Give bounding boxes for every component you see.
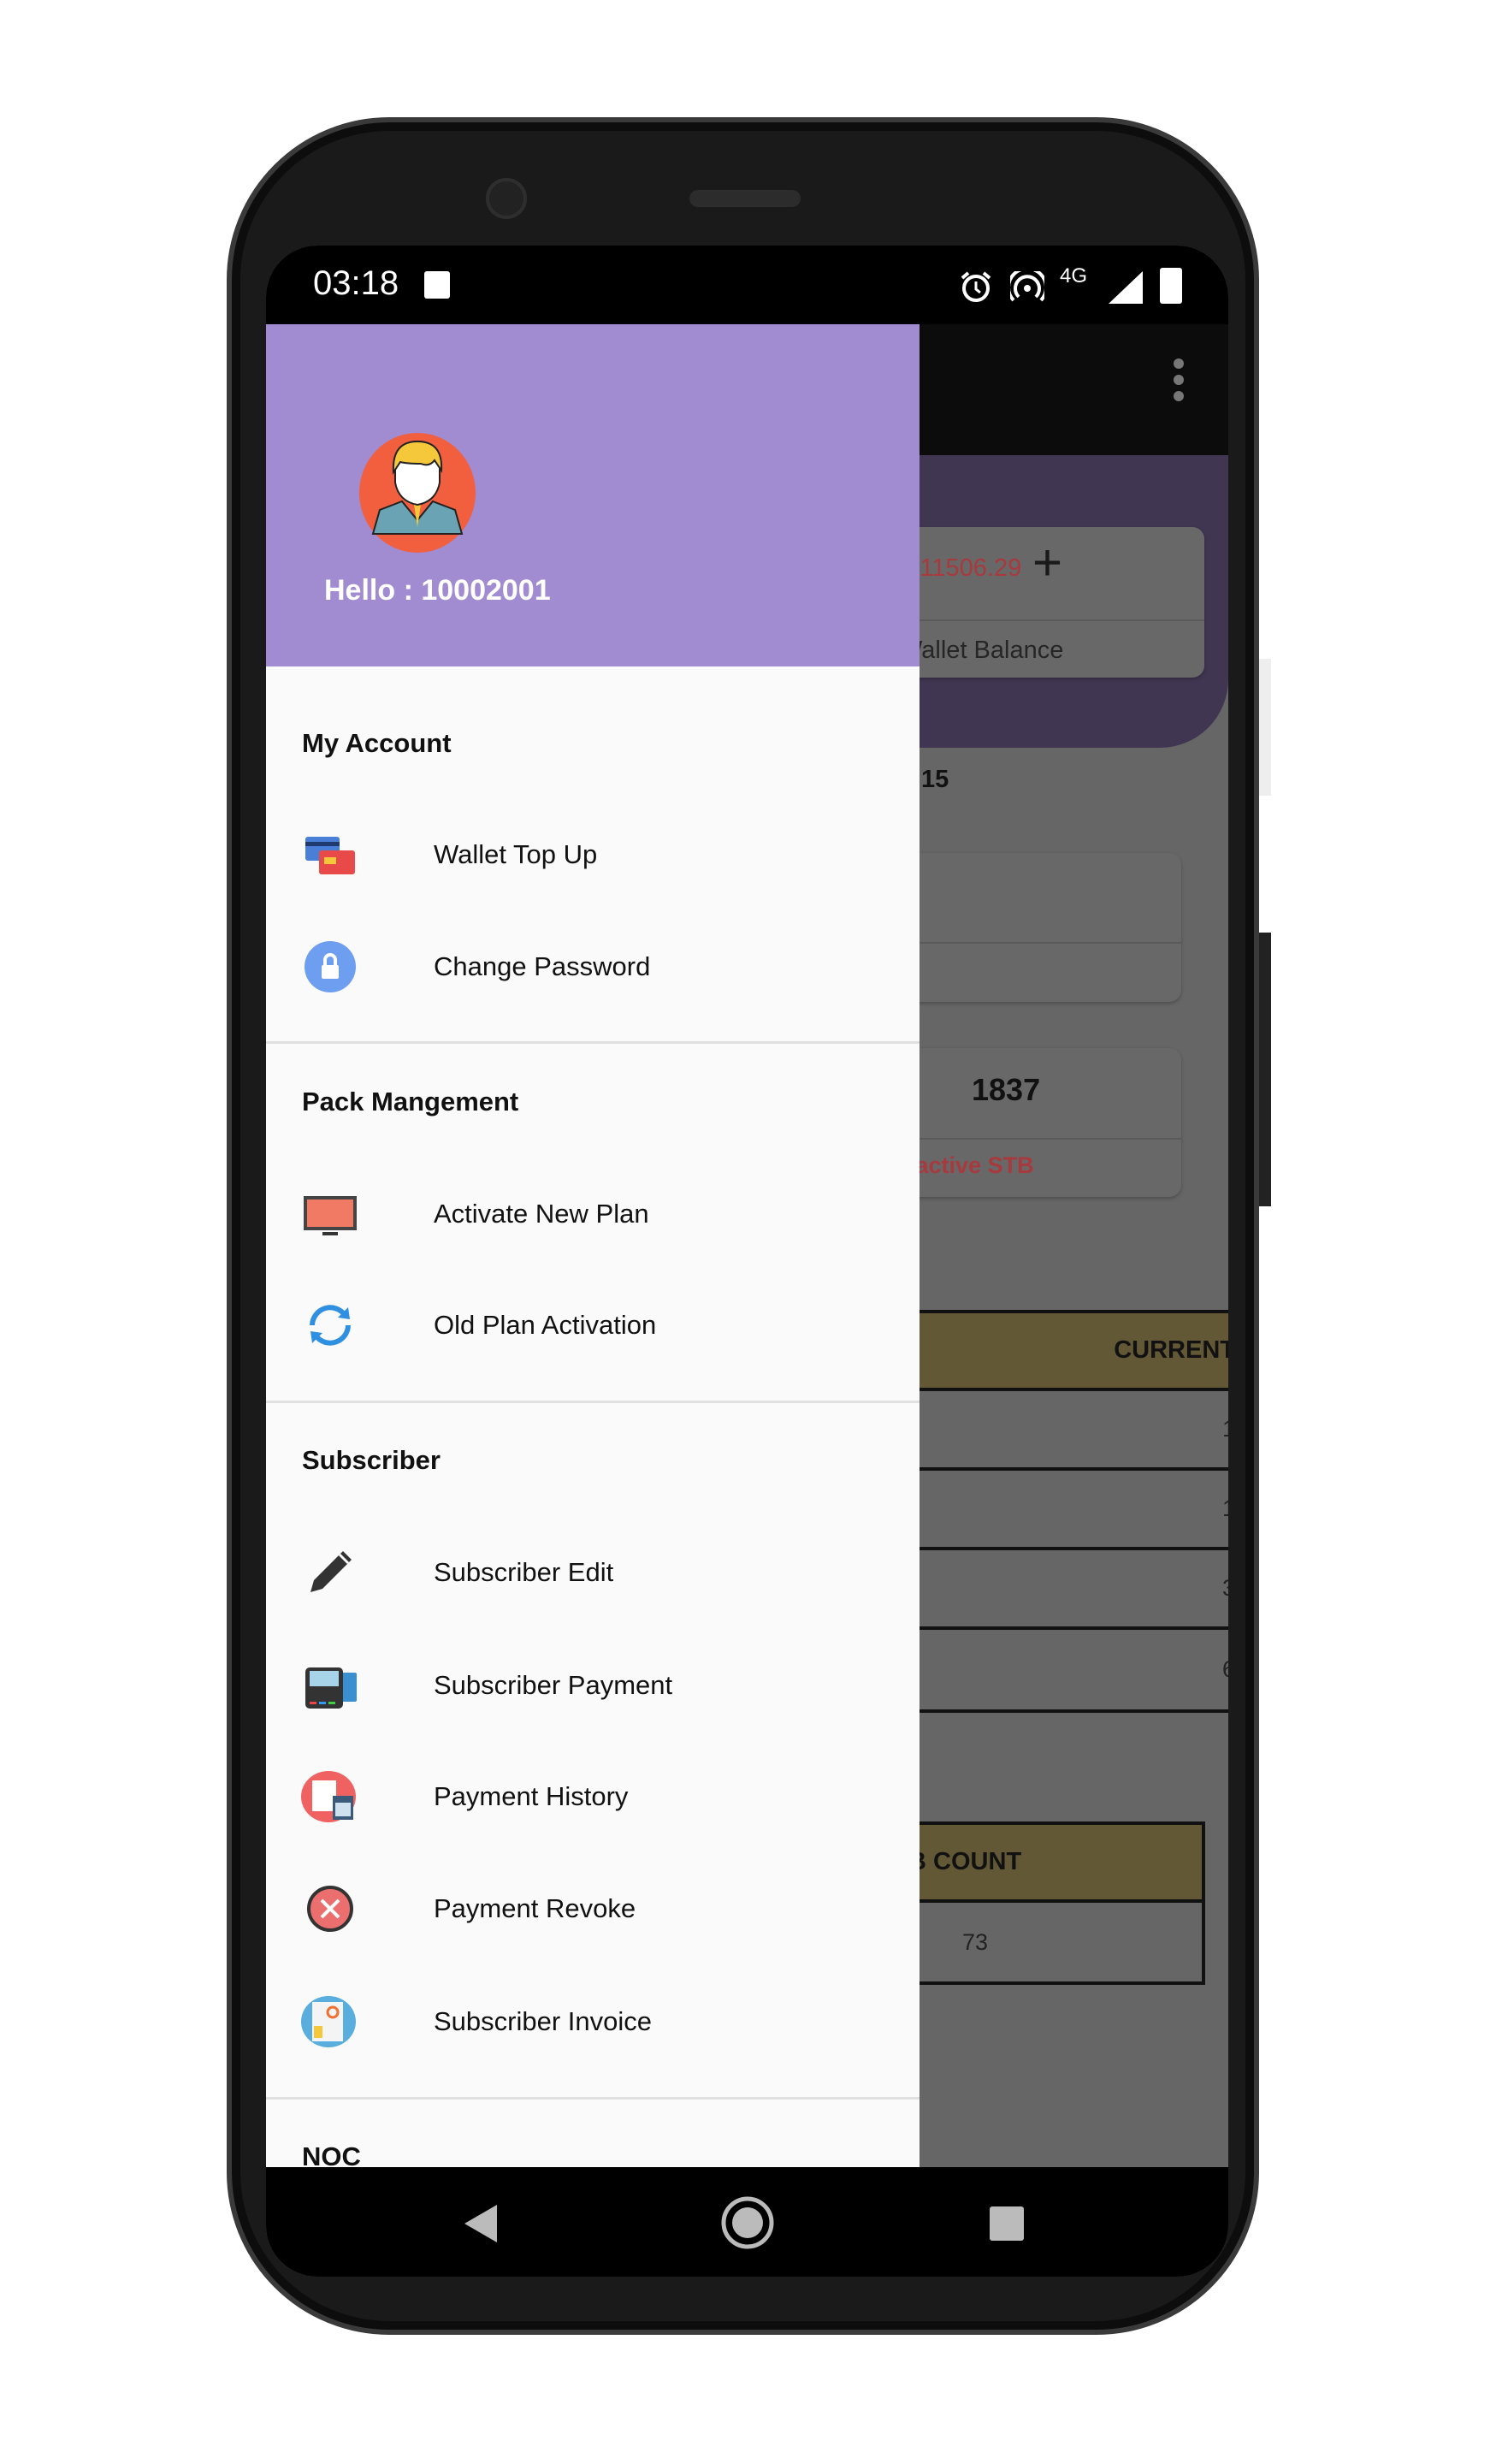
navigation-bar xyxy=(266,2167,1228,2277)
front-camera xyxy=(486,178,527,219)
menu-item-old-plan-activation[interactable]: Old Plan Activation xyxy=(266,1278,920,1372)
menu-item-label: Change Password xyxy=(434,951,651,981)
wallet-amount: ₹11506.29 xyxy=(904,554,1022,582)
recents-icon[interactable] xyxy=(990,2206,1024,2241)
menu-item-label: Activate New Plan xyxy=(434,1199,649,1229)
menu-item-label: Wallet Top Up xyxy=(434,839,598,869)
invoice-icon xyxy=(301,1996,356,2047)
overflow-menu-icon[interactable] xyxy=(1174,358,1186,407)
battery-icon xyxy=(1160,268,1182,304)
refresh-icon xyxy=(310,1305,351,1346)
menu-item-label: Payment History xyxy=(434,1781,629,1811)
earpiece xyxy=(689,190,801,207)
add-icon[interactable]: + xyxy=(1032,537,1062,589)
avatar xyxy=(359,433,476,553)
section-pack-management: Pack Mangement xyxy=(302,1087,519,1116)
menu-item-label: Payment Revoke xyxy=(434,1893,636,1923)
menu-item-subscriber-payment[interactable]: Subscriber Payment xyxy=(266,1638,920,1732)
greeting-text: Hello : 10002001 xyxy=(324,574,551,607)
phone-power-button xyxy=(1259,933,1271,1206)
menu-item-wallet-top-up[interactable]: Wallet Top Up xyxy=(266,808,920,902)
menu-item-subscriber-invoice[interactable]: Subscriber Invoice xyxy=(266,1975,920,2069)
count-label: 15 xyxy=(921,766,949,793)
hotspot-icon xyxy=(1010,271,1044,302)
receipt-calculator-icon xyxy=(301,1771,356,1822)
lock-icon xyxy=(305,941,356,992)
section-subscriber: Subscriber xyxy=(302,1445,441,1475)
menu-item-activate-new-plan[interactable]: Activate New Plan xyxy=(266,1167,920,1261)
image-icon xyxy=(424,271,450,299)
status-time: 03:18 xyxy=(313,264,399,302)
4g-icon: 4G xyxy=(1060,264,1088,287)
tv-icon xyxy=(304,1196,357,1235)
pencil-icon xyxy=(310,1551,352,1592)
card-terminal-icon xyxy=(305,1667,357,1709)
menu-item-label: Subscriber Payment xyxy=(434,1670,673,1700)
menu-item-change-password[interactable]: Change Password xyxy=(266,920,920,1014)
wallet-label: Wallet Balance xyxy=(899,637,1064,664)
phone-side-button xyxy=(1259,659,1271,796)
home-icon[interactable] xyxy=(719,2194,776,2251)
alarm-icon xyxy=(961,271,991,302)
divider xyxy=(266,1041,920,1044)
wallet-card-icon xyxy=(305,837,355,874)
menu-item-payment-revoke[interactable]: Payment Revoke xyxy=(266,1862,920,1956)
signal-icon xyxy=(1109,271,1143,304)
navigation-drawer: Hello : 10002001 My Account Wallet Top U… xyxy=(266,324,920,2171)
drawer-header: Hello : 10002001 xyxy=(266,324,920,666)
divider xyxy=(266,1401,920,1403)
status-bar: 03:18 4G xyxy=(266,246,1228,324)
menu-item-subscriber-edit[interactable]: Subscriber Edit xyxy=(266,1525,920,1620)
menu-item-payment-history[interactable]: Payment History xyxy=(266,1750,920,1844)
section-my-account: My Account xyxy=(302,728,452,758)
back-icon[interactable] xyxy=(463,2203,500,2244)
cancel-circle-icon xyxy=(307,1886,353,1932)
menu-item-label: Subscriber Edit xyxy=(434,1557,614,1587)
menu-item-label: Subscriber Invoice xyxy=(434,2006,653,2036)
deactive-count: 1837 xyxy=(972,1072,1041,1107)
screen: 03:18 4G ₹11506.29 + Wallet Balance 15 1… xyxy=(266,246,1228,2277)
menu-item-label: Old Plan Activation xyxy=(434,1310,657,1340)
divider xyxy=(266,2097,920,2100)
